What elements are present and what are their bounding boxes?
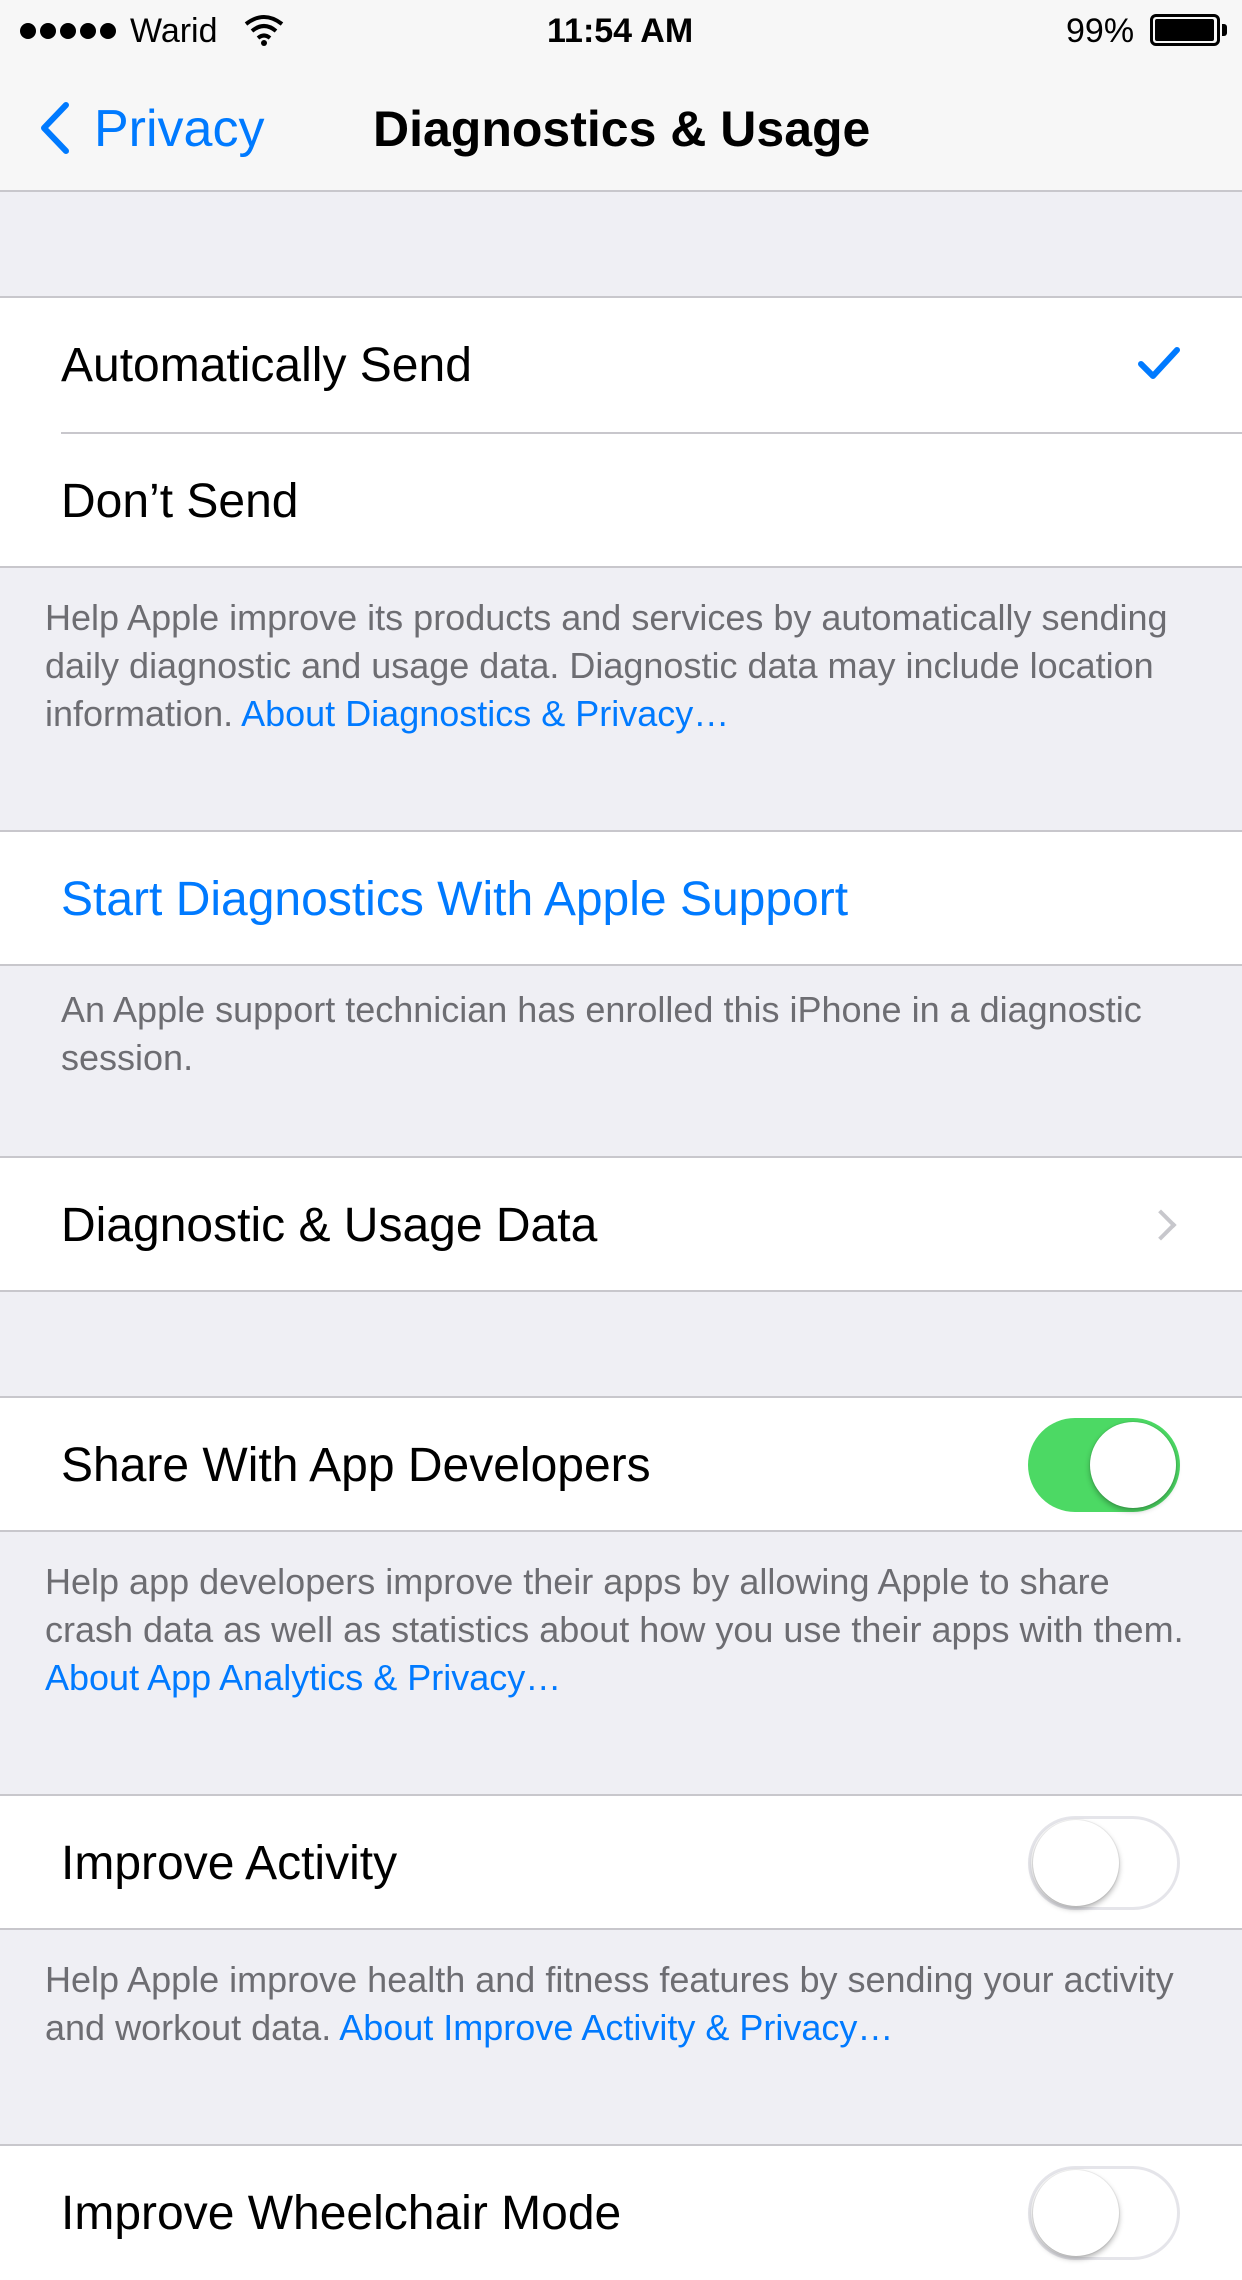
row-label: Share With App Developers — [61, 1439, 651, 1492]
about-app-analytics-link[interactable]: About App Analytics & Privacy… — [45, 1657, 561, 1698]
about-improve-activity-link[interactable]: About Improve Activity & Privacy… — [339, 2007, 893, 2048]
improve-activity-toggle[interactable] — [1028, 1816, 1180, 1910]
chevron-left-icon — [40, 102, 70, 154]
wheelchair-mode-toggle[interactable] — [1028, 2166, 1180, 2260]
toggle-knob — [1033, 1820, 1119, 1906]
chevron-right-icon — [1145, 1209, 1177, 1241]
back-button[interactable]: Privacy — [34, 90, 274, 162]
battery-icon — [1150, 14, 1228, 48]
checkmark-icon — [1138, 346, 1180, 380]
row-label: Improve Activity — [61, 1837, 398, 1890]
toggle-knob — [1033, 2170, 1119, 2256]
row-label: Diagnostic & Usage Data — [61, 1199, 598, 1252]
about-diagnostics-link[interactable]: About Diagnostics & Privacy… — [241, 693, 729, 734]
improve-activity-footer: Help Apple improve health and fitness fe… — [45, 1956, 1215, 2052]
option-automatically-send[interactable]: Automatically Send — [0, 298, 1242, 432]
apple-support-footer: An Apple support technician has enrolled… — [61, 986, 1201, 1082]
share-developers-group: Share With App Developers — [0, 1396, 1242, 1532]
footer-text: An Apple support technician has enrolled… — [61, 989, 1142, 1078]
option-label: Automatically Send — [61, 339, 472, 392]
wheelchair-group: Improve Wheelchair Mode — [0, 2144, 1242, 2280]
row-label: Improve Wheelchair Mode — [61, 2187, 622, 2240]
toggle-knob — [1090, 1422, 1176, 1508]
signal-strength-icon — [20, 22, 120, 40]
start-diagnostics-label: Start Diagnostics With Apple Support — [61, 873, 849, 926]
send-options-group: Automatically Send Don’t Send — [0, 296, 1242, 568]
send-options-footer: Help Apple improve its products and serv… — [45, 594, 1205, 738]
option-dont-send[interactable]: Don’t Send — [0, 434, 1242, 568]
apple-support-group: Start Diagnostics With Apple Support — [0, 830, 1242, 966]
share-developers-footer: Help app developers improve their apps b… — [45, 1558, 1205, 1702]
start-diagnostics-button[interactable]: Start Diagnostics With Apple Support — [0, 832, 1242, 966]
battery-percent: 99% — [1066, 12, 1135, 50]
navigation-bar: Warid 11:54 AM 99% Privacy Diagnostics &… — [0, 0, 1242, 192]
carrier-name: Warid — [130, 12, 218, 50]
improve-activity-group: Improve Activity — [0, 1794, 1242, 1930]
diagnostic-usage-data-row[interactable]: Diagnostic & Usage Data — [0, 1158, 1242, 1292]
back-label: Privacy — [94, 100, 265, 158]
usage-data-group: Diagnostic & Usage Data — [0, 1156, 1242, 1292]
wifi-icon — [244, 14, 284, 46]
option-label: Don’t Send — [61, 475, 299, 528]
page-title: Diagnostics & Usage — [373, 101, 871, 157]
footer-text: Help app developers improve their apps b… — [45, 1561, 1184, 1650]
share-developers-toggle[interactable] — [1028, 1418, 1180, 1512]
status-time: 11:54 AM — [547, 12, 694, 50]
